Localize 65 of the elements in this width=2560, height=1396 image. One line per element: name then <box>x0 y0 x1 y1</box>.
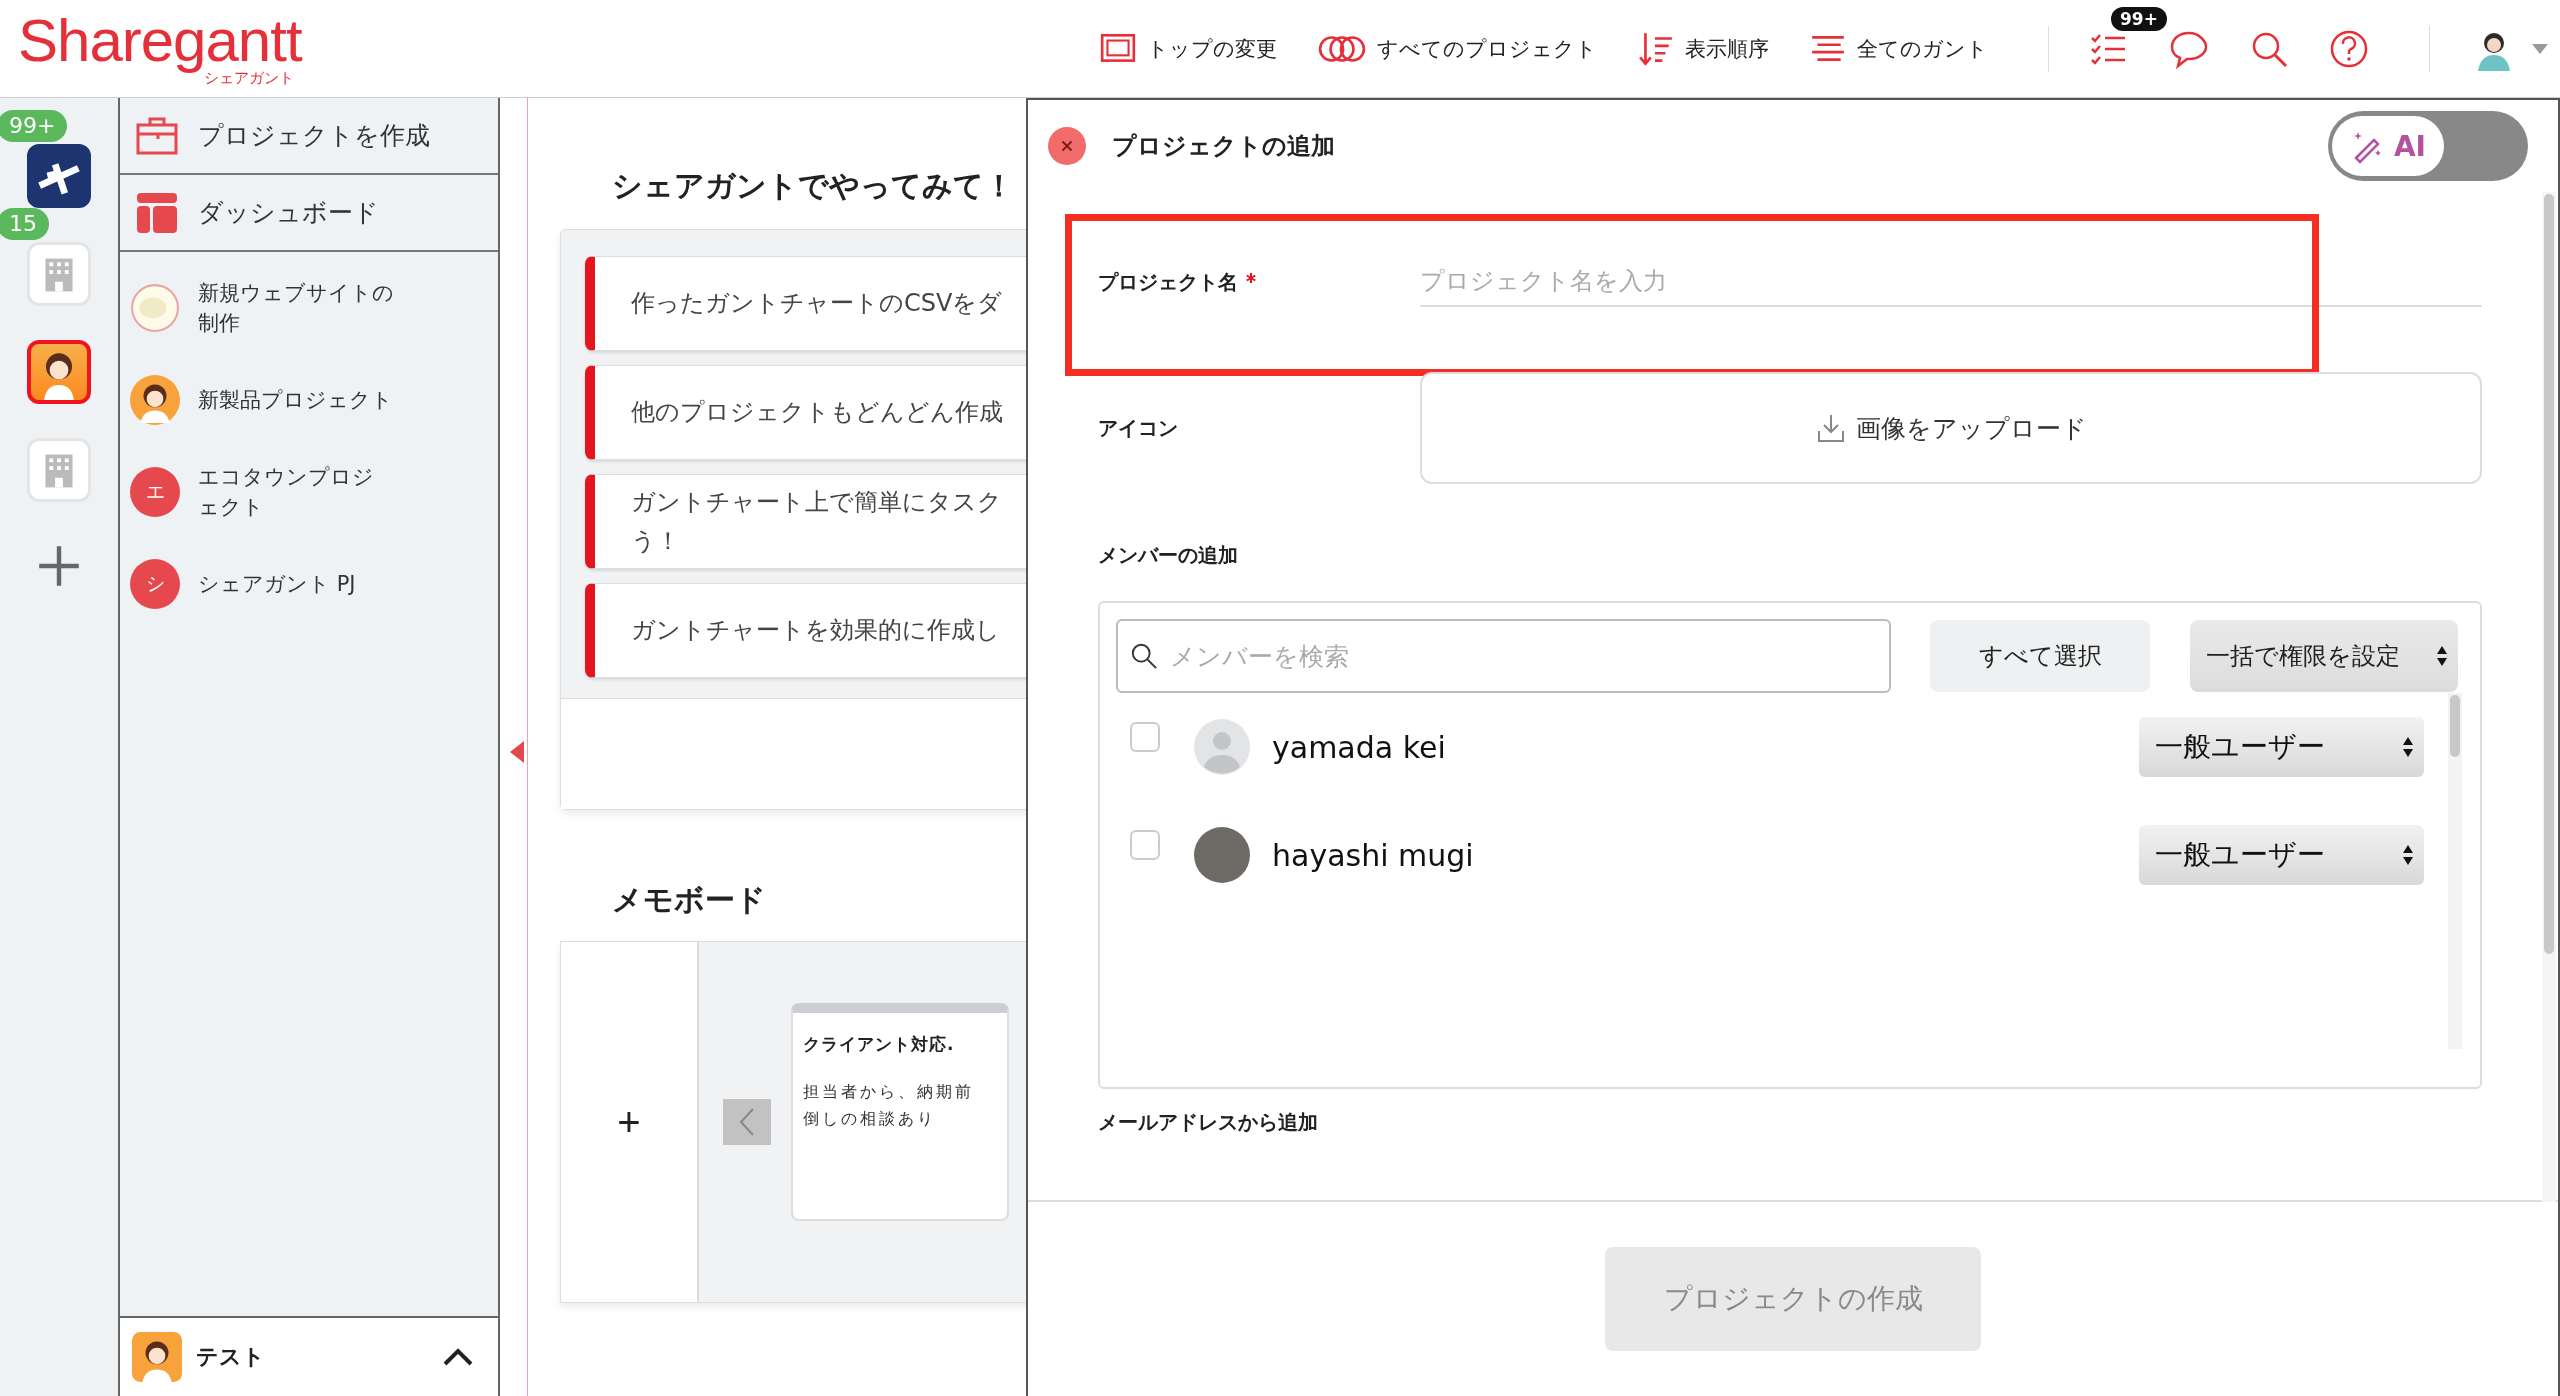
logo[interactable]: Sharegantt <box>18 11 302 71</box>
count-badge: 15 <box>0 208 49 240</box>
dashboard-icon <box>136 191 178 234</box>
scrollbar-thumb[interactable] <box>2544 194 2554 954</box>
tip-card[interactable]: 作ったガントチャートのCSVをダ <box>585 256 1026 351</box>
nav-link[interactable]: トップの変更 <box>1099 29 1277 68</box>
project-item[interactable]: シ シェアガント PJ <box>120 538 498 630</box>
character-icon <box>132 1332 182 1382</box>
search-icon <box>1130 642 1158 670</box>
select-all-button[interactable]: すべて選択 <box>1930 620 2150 692</box>
download-icon <box>1815 413 1846 443</box>
workspace-icon[interactable] <box>27 144 91 208</box>
updown-arrows-icon <box>2436 644 2448 668</box>
memo-card[interactable]: クライアント対応. 担当者から、納期前倒しの相談あり <box>791 1003 1009 1221</box>
member-name: hayashi mugi <box>1272 837 1474 873</box>
nav-link[interactable]: すべてのプロジェクト <box>1317 29 1597 68</box>
section-label: メールアドレスから追加 <box>1098 1109 1319 1136</box>
logo-subtitle: シェアガント <box>203 71 294 86</box>
project-initial-icon: エ <box>130 467 180 517</box>
section-title: メモボード <box>612 881 767 919</box>
add-memo-button[interactable]: + <box>611 1099 647 1145</box>
member-name: yamada kei <box>1272 729 1446 765</box>
role-select[interactable]: 一般ユーザー <box>2139 717 2424 777</box>
sidebar-action[interactable]: プロジェクトを作成 <box>120 98 498 175</box>
nav-link[interactable]: 表示順序 <box>1637 29 1769 68</box>
upload-button[interactable]: 画像をアップロード <box>1420 372 2482 484</box>
close-button[interactable] <box>1048 127 1086 165</box>
tip-card[interactable]: ガントチャートを効果的に作成し <box>585 583 1026 678</box>
help-icon[interactable] <box>2329 28 2369 69</box>
updown-arrows-icon <box>2402 735 2414 759</box>
field-label: アイコン <box>1098 414 1179 442</box>
project-initial-icon: シ <box>130 559 180 609</box>
workspace-switcher[interactable]: テスト <box>120 1316 498 1396</box>
caret-icon[interactable] <box>2532 43 2548 54</box>
tip-card[interactable]: 他のプロジェクトもどんどん作成 <box>585 365 1026 460</box>
nav-link[interactable]: 全てのガント <box>1809 29 1988 68</box>
count-badge: 99+ <box>0 110 68 142</box>
collapse-arrow-icon[interactable] <box>510 741 524 763</box>
scrollbar[interactable] <box>2448 693 2462 1049</box>
member-checkbox[interactable] <box>1130 830 1160 860</box>
section-label: メンバーの追加 <box>1098 542 1239 569</box>
member-checkbox[interactable] <box>1130 722 1160 752</box>
ai-toggle[interactable]: AI <box>2328 111 2528 181</box>
chevron-left-icon <box>737 1107 757 1137</box>
notification-badge: 99+ <box>2111 6 2167 31</box>
project-avatar-icon <box>130 283 180 333</box>
scrollbar-thumb[interactable] <box>2450 695 2460 757</box>
scrollbar[interactable] <box>2542 192 2556 1202</box>
field-label: プロジェクト名 <box>1098 268 1420 296</box>
panel-title: プロジェクトの追加 <box>1112 131 1335 162</box>
tip-card[interactable]: ガントチャート上で簡単にタスク う！ <box>585 474 1026 569</box>
project-item[interactable]: 新規ウェブサイトの制作 <box>120 262 498 354</box>
bulk-role-select[interactable]: 一括で権限を設定 <box>2190 620 2458 692</box>
updown-arrows-icon <box>2402 843 2414 867</box>
project-item[interactable]: 新製品プロジェクト <box>120 354 498 446</box>
role-select[interactable]: 一般ユーザー <box>2139 825 2424 885</box>
project-item[interactable]: エ エコタウンプロジェクト <box>120 446 498 538</box>
user-avatar-icon <box>1194 719 1250 775</box>
member-search-field[interactable]: メンバーを検索 <box>1116 619 1891 693</box>
section-title: シェアガントでやってみて！ <box>612 167 1015 205</box>
sidebar-action[interactable]: ダッシュボード <box>120 175 498 252</box>
photo-placeholder <box>1194 827 1250 883</box>
workspace-icon[interactable] <box>27 340 91 404</box>
character-icon <box>130 375 180 425</box>
add-icon[interactable] <box>37 544 81 588</box>
